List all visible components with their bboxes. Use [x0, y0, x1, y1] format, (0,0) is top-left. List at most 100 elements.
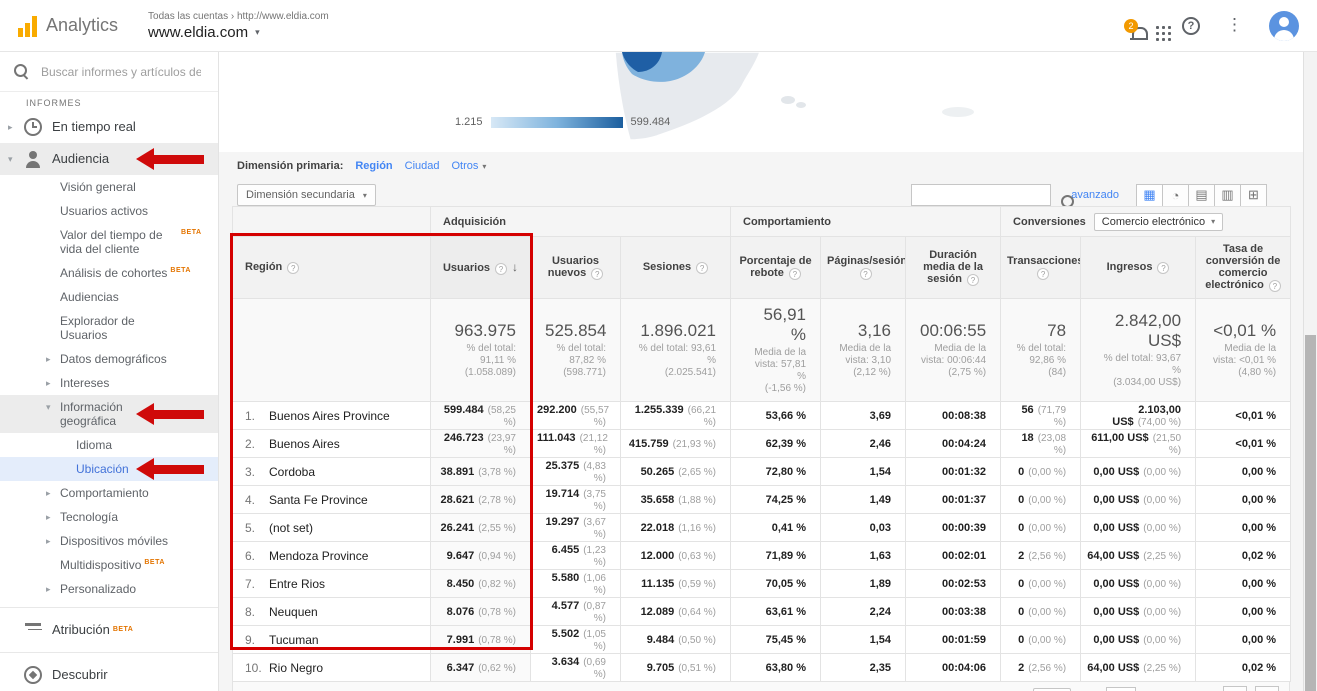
sidebar-item-idioma[interactable]: Idioma: [0, 433, 218, 457]
column-header-transacciones[interactable]: Transacciones?: [1001, 237, 1081, 299]
primary-dimension-region[interactable]: Región: [355, 160, 392, 172]
prev-page-button[interactable]: ‹: [1223, 686, 1247, 691]
help-icon[interactable]: ?: [591, 268, 603, 280]
chevron-right-icon[interactable]: ▸: [46, 354, 60, 365]
scrollbar-thumb[interactable]: [1305, 335, 1316, 691]
region-link[interactable]: (not set): [269, 521, 313, 535]
view-percentage-button[interactable]: ◔: [1162, 184, 1189, 207]
region-link[interactable]: Cordoba: [269, 465, 315, 479]
help-icon[interactable]: ?: [967, 274, 979, 286]
account-switcher[interactable]: www.eldia.com ▾: [148, 24, 329, 41]
sidebar-item-atribucion[interactable]: AtribuciónBETA: [0, 614, 218, 646]
column-header-usuarios-nuevos[interactable]: Usuarios nuevos?: [531, 237, 621, 299]
goto-page-input[interactable]: [1106, 687, 1136, 691]
sidebar-item-ubicacion[interactable]: Ubicación: [0, 457, 218, 481]
secondary-dimension-button[interactable]: Dimensión secundaria ▾: [237, 184, 376, 206]
region-link[interactable]: Buenos Aires: [269, 437, 340, 451]
view-table-button[interactable]: ▦: [1136, 184, 1163, 207]
region-link[interactable]: Rio Negro: [269, 661, 323, 675]
vertical-scrollbar[interactable]: [1303, 52, 1317, 691]
chevron-down-icon[interactable]: ▾: [46, 402, 60, 413]
summary-subtext: % del total: 87,82 %: [545, 343, 606, 367]
column-header-porcentaje-de-rebote[interactable]: Porcentaje de rebote?: [731, 237, 821, 299]
chevron-right-icon[interactable]: ▸: [46, 488, 60, 499]
sidebar-item-audiencia[interactable]: ▾Audiencia: [0, 143, 218, 175]
chevron-down-icon: ▾: [482, 162, 486, 171]
sidebar-item-audiencias[interactable]: Audiencias: [0, 285, 218, 309]
sidebar-item-vision-general[interactable]: Visión general: [0, 175, 218, 199]
view-performance-button[interactable]: ▤: [1188, 184, 1215, 207]
help-icon[interactable]: ?: [1157, 262, 1169, 274]
help-icon[interactable]: ?: [860, 268, 872, 280]
sidebar-search-input[interactable]: [41, 65, 201, 79]
sidebar-item-comportamiento[interactable]: ▸Comportamiento: [0, 481, 218, 505]
analytics-logo-icon[interactable]: [18, 15, 37, 37]
sidebar-item-informacion-geografica[interactable]: ▾Información geográfica: [0, 395, 218, 433]
sidebar-item-en-tiempo-real[interactable]: ▸En tiempo real: [0, 111, 218, 143]
more-options-button[interactable]: ⋮: [1226, 17, 1243, 35]
sidebar-item-explorador-de-usuarios[interactable]: Explorador de Usuarios: [0, 309, 218, 347]
metric-percent: (3,78 %): [478, 467, 516, 478]
advanced-search-link[interactable]: avanzado: [1071, 189, 1119, 201]
column-header-paginas-sesion[interactable]: Páginas/sesión?: [821, 237, 906, 299]
metric-percent: (0,87 %): [583, 601, 606, 624]
sidebar-item-personalizado[interactable]: ▸Personalizado: [0, 577, 218, 601]
chevron-right-icon[interactable]: ▸: [46, 584, 60, 595]
region-cell: 9.Tucuman: [233, 626, 431, 654]
table-search-input[interactable]: [911, 184, 1051, 206]
column-header-ingresos[interactable]: Ingresos?: [1081, 237, 1196, 299]
sidebar-item-multidispositivo[interactable]: MultidispositivoBETA: [0, 553, 218, 577]
help-button[interactable]: ?: [1182, 17, 1200, 35]
sidebar-item-label: Ubicación: [76, 462, 129, 476]
ecommerce-selector[interactable]: Comercio electrónico▾: [1094, 213, 1223, 231]
column-header-tasa-de-conversion-de-comercio-electronico[interactable]: Tasa de conversión de comercio electróni…: [1196, 237, 1291, 299]
rows-per-page-select[interactable]: 10 ▾: [1033, 688, 1071, 691]
group-header-comportamiento: Comportamiento: [731, 207, 1001, 237]
region-link[interactable]: Santa Fe Province: [269, 493, 368, 507]
region-link[interactable]: Neuquen: [269, 605, 318, 619]
chevron-right-icon[interactable]: ▸: [8, 122, 22, 133]
help-icon[interactable]: ?: [696, 262, 708, 274]
view-pivot-button[interactable]: ⊞: [1240, 184, 1267, 207]
sidebar-search[interactable]: [0, 52, 218, 92]
region-link[interactable]: Mendoza Province: [269, 549, 368, 563]
help-icon[interactable]: ?: [495, 263, 507, 275]
breadcrumb[interactable]: Todas las cuentas › http://www.eldia.com: [148, 11, 329, 22]
region-link[interactable]: Buenos Aires Province: [269, 409, 390, 423]
sidebar-item-analisis-de-cohortes[interactable]: Análisis de cohortesBETA: [0, 261, 218, 285]
column-header-sesiones[interactable]: Sesiones?: [621, 237, 731, 299]
metric-value: 3.634: [552, 656, 580, 668]
help-icon[interactable]: ?: [287, 262, 299, 274]
sidebar-item-intereses[interactable]: ▸Intereses: [0, 371, 218, 395]
summary-cell: 00:06:55Media de la vista: 00:06:44(2,75…: [906, 299, 1001, 402]
region-link[interactable]: Tucuman: [269, 633, 319, 647]
help-icon[interactable]: ?: [789, 268, 801, 280]
primary-dimension-other[interactable]: Otros ▾: [452, 160, 487, 172]
view-comparison-button[interactable]: ▥: [1214, 184, 1241, 207]
sidebar-item-usuarios-activos[interactable]: Usuarios activos: [0, 199, 218, 223]
sidebar-item-valor-del-tiempo-de-vida-del-cliente[interactable]: Valor del tiempo de vida del clienteBETA: [0, 223, 218, 261]
geo-map[interactable]: [560, 52, 1000, 150]
sidebar-item-dispositivos-moviles[interactable]: ▸Dispositivos móviles: [0, 529, 218, 553]
chevron-right-icon[interactable]: ▸: [46, 378, 60, 389]
sidebar-item-datos-demograficos[interactable]: ▸Datos demográficos: [0, 347, 218, 371]
table-search-button[interactable]: [1059, 193, 1063, 197]
summary-subtext: (2,75 %): [920, 367, 986, 379]
column-header-duracion-media-de-la-sesion[interactable]: Duración media de la sesión?: [906, 237, 1001, 299]
chevron-down-icon[interactable]: ▾: [8, 154, 22, 165]
sidebar-item-descubrir[interactable]: Descubrir: [0, 659, 218, 691]
primary-dimension-city[interactable]: Ciudad: [405, 160, 440, 172]
metric-percent: (0,62 %): [478, 663, 516, 674]
region-link[interactable]: Entre Rios: [269, 577, 325, 591]
avatar[interactable]: [1269, 11, 1299, 41]
chevron-right-icon[interactable]: ▸: [46, 536, 60, 547]
metric-cell: 0(0,00 %): [1001, 626, 1081, 654]
help-icon[interactable]: ?: [1037, 268, 1049, 280]
column-header-region[interactable]: Región?: [233, 237, 431, 299]
help-icon[interactable]: ?: [1269, 280, 1281, 292]
sidebar-item-tecnologia[interactable]: ▸Tecnología: [0, 505, 218, 529]
next-page-button[interactable]: ›: [1255, 686, 1279, 691]
column-header-label: Páginas/sesión: [827, 255, 906, 267]
column-header-usuarios[interactable]: Usuarios?↓: [431, 237, 531, 299]
chevron-right-icon[interactable]: ▸: [46, 512, 60, 523]
